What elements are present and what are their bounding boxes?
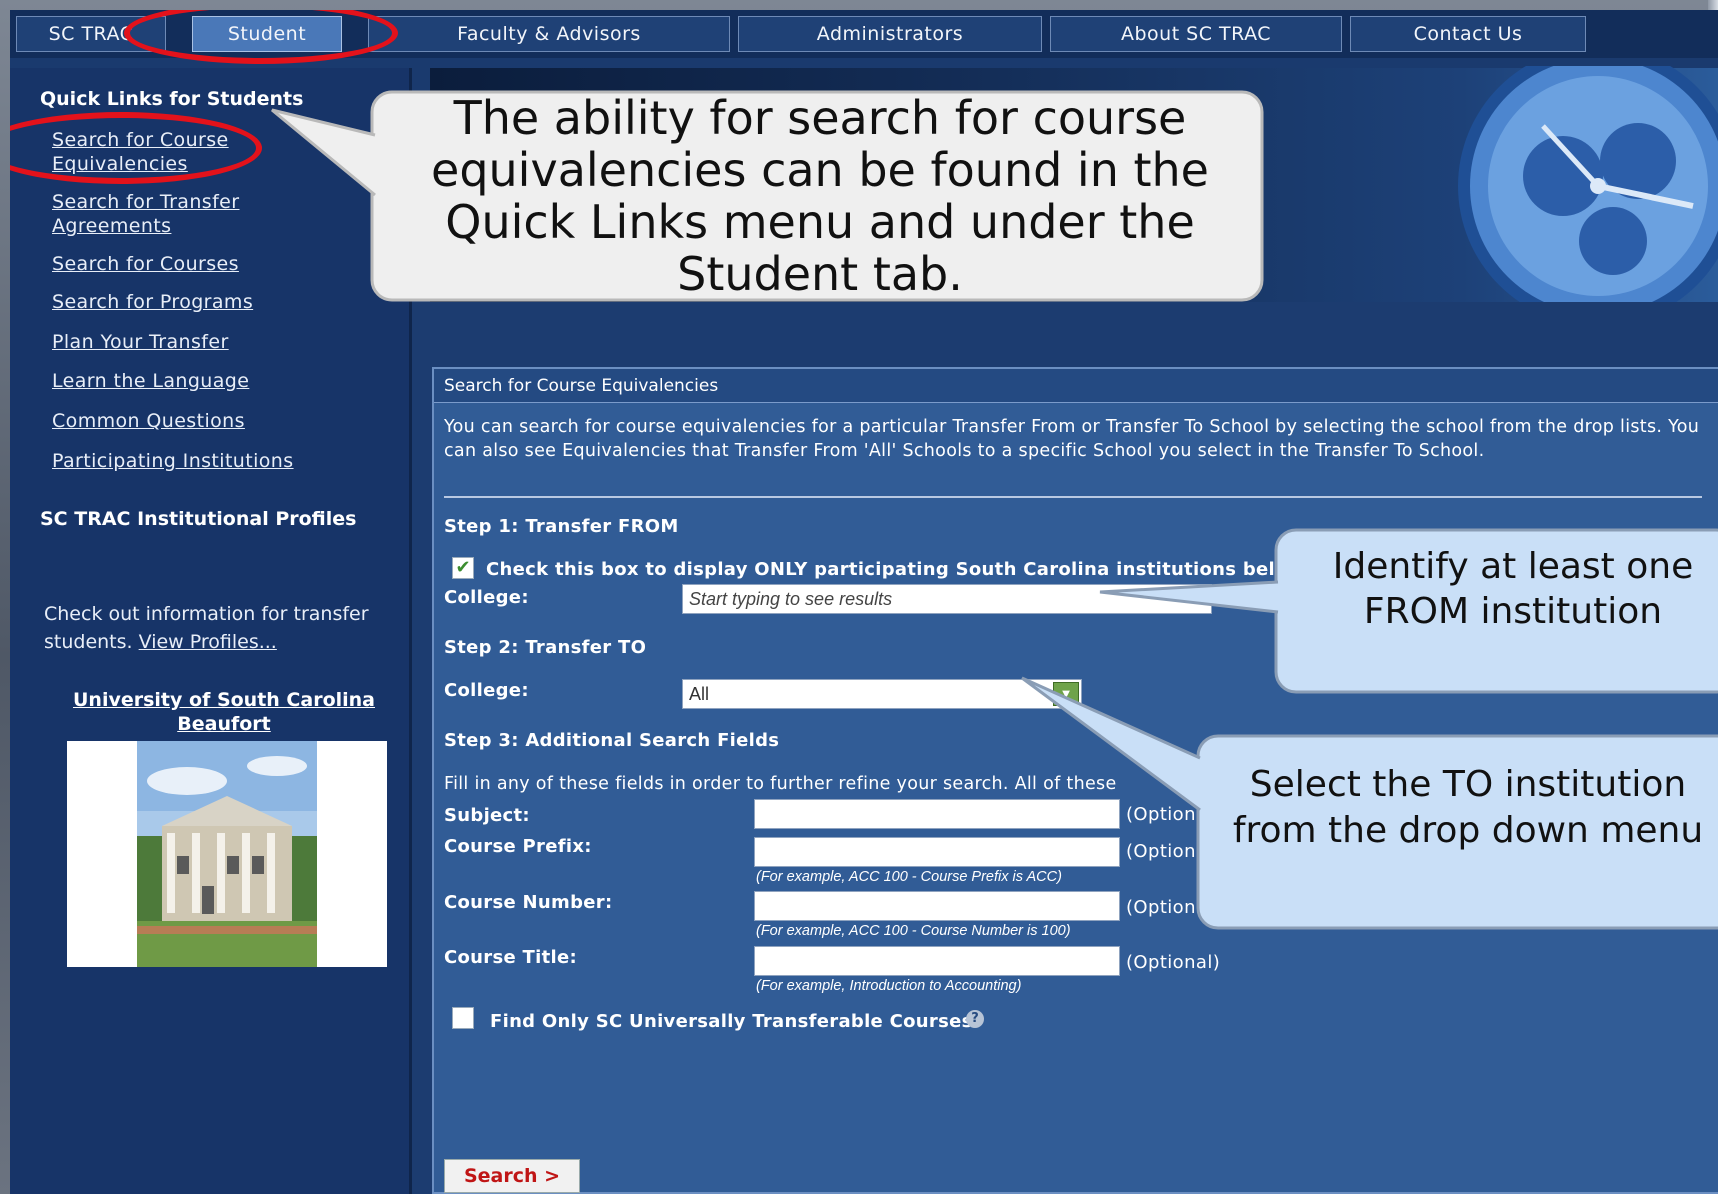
course-number-optional: (Optional) [1126, 897, 1221, 918]
subject-label: Subject: [444, 805, 530, 826]
course-number-example: (For example, ACC 100 - Course Number is… [756, 923, 1071, 939]
callout-to: Select the TO institution from the drop … [1232, 764, 1704, 851]
course-title-optional: (Optional) [1126, 952, 1221, 973]
course-number-label: Course Number: [444, 892, 613, 913]
college-to-value: All [689, 684, 710, 704]
quick-links-title: Quick Links for Students [40, 88, 304, 110]
divider [444, 496, 1702, 498]
participating-only-checkbox[interactable]: ✔ [452, 557, 474, 579]
profiles-description: Check out information for transfer stude… [44, 600, 384, 656]
browser-page: SC TRAC Student Faculty & Advisors Admin… [10, 10, 1718, 1194]
step2-heading: Step 2: Transfer TO [444, 637, 647, 658]
help-icon[interactable]: ? [966, 1010, 984, 1028]
subject-optional: (Optional) [1126, 804, 1221, 825]
college-to-label: College: [444, 680, 529, 701]
college-from-label: College: [444, 587, 529, 608]
course-number-input[interactable] [754, 891, 1120, 921]
institution-photo [67, 741, 387, 967]
course-title-input[interactable] [754, 946, 1120, 976]
sidebar-link-programs[interactable]: Search for Programs [52, 290, 253, 314]
course-prefix-label: Course Prefix: [444, 836, 592, 857]
universal-courses-checkbox[interactable] [452, 1007, 474, 1029]
course-prefix-input[interactable] [754, 837, 1120, 867]
universal-courses-label: Find Only SC Universally Transferable Co… [490, 1011, 973, 1032]
sidebar-link-common-questions[interactable]: Common Questions [52, 409, 245, 433]
course-prefix-example: (For example, ACC 100 - Course Prefix is… [756, 869, 1062, 885]
callout-main: The ability for search for course equiva… [431, 91, 1209, 301]
fill-in-instructions: Fill in any of these fields in order to … [444, 774, 1117, 794]
tab-faculty-advisors[interactable]: Faculty & Advisors [368, 16, 730, 52]
course-title-label: Course Title: [444, 947, 577, 968]
profiles-title: SC TRAC Institutional Profiles [40, 508, 357, 530]
sidebar-link-transfer-agreements[interactable]: Search for Transfer Agreements [52, 190, 272, 238]
course-prefix-optional: (Optional) [1126, 841, 1221, 862]
sidebar-link-learn-language[interactable]: Learn the Language [52, 369, 249, 393]
panel-title: Search for Course Equivalencies [434, 369, 1718, 403]
tab-about-sc-trac[interactable]: About SC TRAC [1050, 16, 1342, 52]
course-title-example: (For example, Introduction to Accounting… [756, 978, 1022, 994]
step1-heading: Step 1: Transfer FROM [444, 516, 679, 537]
panel-intro: You can search for course equivalencies … [444, 417, 1700, 461]
step3-heading: Step 3: Additional Search Fields [444, 730, 780, 751]
chevron-down-icon[interactable]: ▼ [1053, 682, 1079, 706]
sidebar-link-plan-transfer[interactable]: Plan Your Transfer [52, 330, 229, 354]
watch-graphic [1433, 66, 1718, 304]
participating-only-label: Check this box to display ONLY participa… [486, 559, 1305, 580]
college-from-input[interactable]: Start typing to see results [682, 584, 1212, 614]
college-to-select[interactable]: All ▼ [682, 679, 1082, 709]
tab-administrators[interactable]: Administrators [738, 16, 1042, 52]
institution-link[interactable]: University of South Carolina Beaufort [54, 688, 394, 736]
search-button[interactable]: Search > [444, 1159, 580, 1193]
subject-input[interactable] [754, 799, 1120, 829]
sidebar: Quick Links for Students Search for Cour… [10, 68, 412, 1194]
tab-contact-us[interactable]: Contact Us [1350, 16, 1586, 52]
callout-from: Identify at least one FROM institution [1332, 546, 1694, 632]
sidebar-link-courses[interactable]: Search for Courses [52, 252, 239, 276]
sidebar-link-participating-institutions[interactable]: Participating Institutions [52, 449, 294, 473]
view-profiles-link[interactable]: View Profiles... [139, 631, 277, 653]
